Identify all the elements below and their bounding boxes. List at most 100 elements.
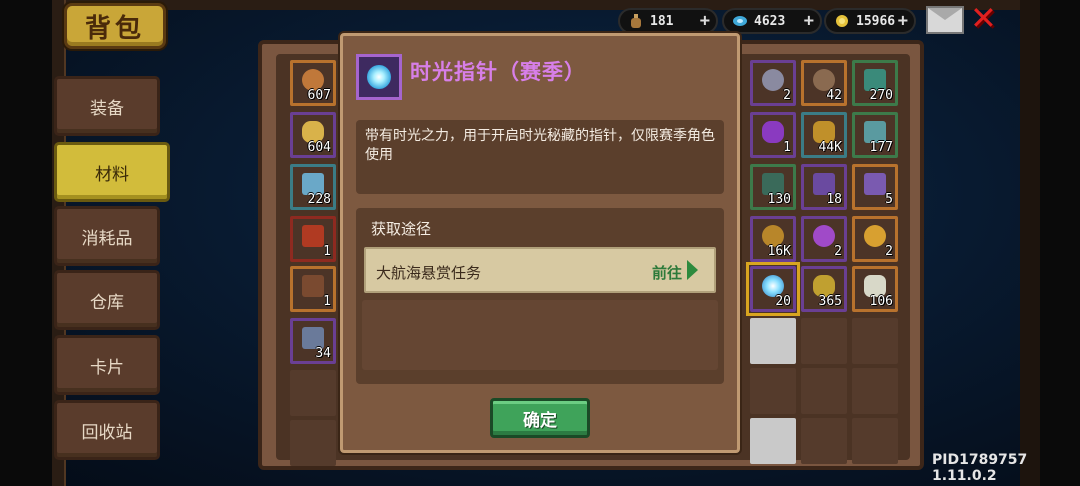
item-count: 18 bbox=[826, 192, 842, 207]
item-count: 270 bbox=[869, 88, 893, 103]
tab-label: 消耗品 bbox=[81, 228, 133, 249]
close-icon[interactable]: ✕ bbox=[970, 2, 1000, 34]
tab-consumables[interactable]: 消耗品 bbox=[54, 206, 160, 266]
currency-coins: 15966 + bbox=[824, 8, 916, 34]
item-count: 1 bbox=[323, 294, 331, 309]
gem-icon bbox=[732, 13, 748, 29]
item-description: 带有时光之力，用于开启时光秘藏的指针，仅限赛季角色使用 bbox=[356, 120, 724, 194]
inventory-slot-empty[interactable] bbox=[750, 318, 796, 364]
inventory-slot[interactable]: 34 bbox=[290, 318, 336, 364]
item-count: 1 bbox=[783, 140, 791, 155]
item-icon-frame bbox=[356, 54, 402, 100]
frame-right bbox=[1020, 0, 1040, 486]
inventory-slot[interactable]: 1 bbox=[750, 112, 796, 158]
mail-icon[interactable] bbox=[926, 6, 964, 34]
item-count: 2 bbox=[885, 244, 893, 259]
currency-gems-value: 4623 bbox=[754, 13, 786, 29]
inventory-slot[interactable]: 44K bbox=[801, 112, 847, 158]
time-pointer-icon bbox=[367, 65, 391, 89]
card-icon bbox=[302, 225, 324, 247]
tab-equipment[interactable]: 装备 bbox=[54, 76, 160, 136]
source-list bbox=[362, 300, 718, 370]
go-button[interactable]: 前往 bbox=[652, 262, 682, 283]
inventory-slot[interactable]: 228 bbox=[290, 164, 336, 210]
hide-icon bbox=[302, 275, 324, 297]
inventory-slot[interactable]: 177 bbox=[852, 112, 898, 158]
letterbox-right bbox=[1040, 0, 1080, 486]
inventory-slot[interactable]: 604 bbox=[290, 112, 336, 158]
item-count: 5 bbox=[885, 192, 893, 207]
inventory-slot-empty[interactable] bbox=[290, 370, 336, 416]
item-count: 2 bbox=[783, 88, 791, 103]
inventory-slot[interactable]: 2 bbox=[801, 216, 847, 262]
bottle-icon bbox=[628, 13, 644, 29]
inventory-slot-empty[interactable] bbox=[801, 418, 847, 464]
add-coins-button[interactable]: + bbox=[898, 11, 908, 31]
coin-icon bbox=[834, 13, 850, 29]
item-count: 42 bbox=[826, 88, 842, 103]
inventory-slot[interactable]: 16K bbox=[750, 216, 796, 262]
item-count: 16K bbox=[767, 244, 791, 259]
item-title: 时光指针（赛季） bbox=[410, 60, 586, 84]
selection-frame bbox=[746, 262, 800, 316]
item-count: 607 bbox=[307, 88, 331, 103]
tab-label: 仓库 bbox=[90, 292, 124, 313]
inventory-slot[interactable]: 2 bbox=[852, 216, 898, 262]
currency-coins-value: 15966 bbox=[856, 13, 896, 29]
inventory-slot[interactable]: 2 bbox=[750, 60, 796, 106]
tab-materials[interactable]: 材料 bbox=[54, 142, 170, 202]
inventory-slot[interactable]: 106 bbox=[852, 266, 898, 312]
inventory-slot-empty[interactable] bbox=[750, 368, 796, 414]
item-count: 130 bbox=[767, 192, 791, 207]
inventory-slot[interactable]: 365 bbox=[801, 266, 847, 312]
inventory-slot-empty[interactable] bbox=[852, 368, 898, 414]
item-count: 2 bbox=[834, 244, 842, 259]
item-count: 34 bbox=[315, 346, 331, 361]
orb-icon bbox=[864, 225, 886, 247]
inventory-slot[interactable]: 130 bbox=[750, 164, 796, 210]
tab-cards[interactable]: 卡片 bbox=[54, 335, 160, 395]
tab-warehouse[interactable]: 仓库 bbox=[54, 270, 160, 330]
inventory-slot[interactable]: 1 bbox=[290, 216, 336, 262]
item-count: 1 bbox=[323, 244, 331, 259]
inventory-slot[interactable]: 5 bbox=[852, 164, 898, 210]
tab-label: 材料 bbox=[95, 164, 129, 185]
item-count: 228 bbox=[307, 192, 331, 207]
currency-bottles: 181 + bbox=[618, 8, 718, 34]
confirm-button[interactable]: 确定 bbox=[490, 398, 590, 438]
purple-gem-icon bbox=[762, 121, 784, 143]
orb-icon bbox=[813, 225, 835, 247]
inventory-slot[interactable]: 42 bbox=[801, 60, 847, 106]
tab-label: 装备 bbox=[90, 98, 124, 119]
inventory-slot-empty[interactable] bbox=[852, 418, 898, 464]
tab-label: 卡片 bbox=[90, 357, 124, 378]
map-icon bbox=[864, 173, 886, 195]
inventory-slot[interactable]: 18 bbox=[801, 164, 847, 210]
currency-gems: 4623 + bbox=[722, 8, 822, 34]
add-gems-button[interactable]: + bbox=[804, 11, 814, 31]
currency-bottles-value: 181 bbox=[650, 13, 674, 29]
page-title: 背包 bbox=[64, 3, 166, 49]
tab-label: 回收站 bbox=[81, 422, 133, 443]
ring-icon bbox=[762, 69, 784, 91]
inventory-slot-empty[interactable] bbox=[750, 418, 796, 464]
inventory-slot[interactable]: 1 bbox=[290, 266, 336, 312]
item-count: 604 bbox=[307, 140, 331, 155]
inventory-slot-empty[interactable] bbox=[801, 318, 847, 364]
inventory-slot-empty[interactable] bbox=[852, 318, 898, 364]
item-count: 177 bbox=[869, 140, 893, 155]
inventory-slot-empty[interactable] bbox=[801, 368, 847, 414]
arrow-right-icon[interactable] bbox=[687, 260, 698, 280]
item-count: 365 bbox=[818, 294, 842, 309]
player-id-version: PID1789757 1.11.0.2 bbox=[932, 452, 1028, 484]
letterbox-left bbox=[0, 0, 52, 486]
source-heading: 获取途径 bbox=[371, 220, 432, 238]
item-count: 106 bbox=[869, 294, 893, 309]
inventory-slot-empty[interactable] bbox=[290, 420, 336, 466]
tab-recycle-bin[interactable]: 回收站 bbox=[54, 400, 160, 460]
inventory-slot[interactable]: 270 bbox=[852, 60, 898, 106]
source-item-label: 大航海悬赏任务 bbox=[376, 264, 482, 282]
inventory-slot[interactable]: 607 bbox=[290, 60, 336, 106]
add-bottles-button[interactable]: + bbox=[700, 11, 710, 31]
item-count: 44K bbox=[818, 140, 842, 155]
